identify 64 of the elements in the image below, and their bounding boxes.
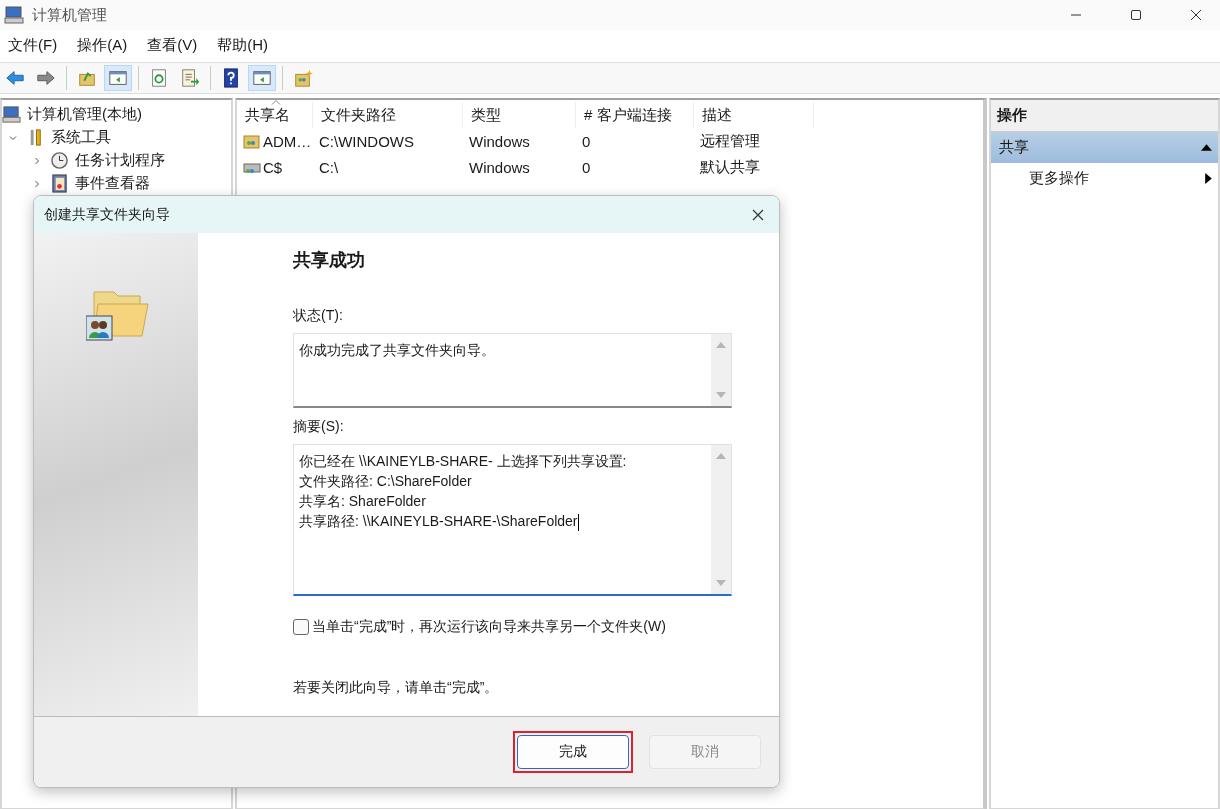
column-header[interactable]: 描述 (694, 102, 814, 128)
summary-field[interactable]: 你已经在 \\KAINEYLB-SHARE- 上选择下列共享设置: 文件夹路径: C:\ShareFolder 共享名: ShareFolder 共享路径: \\KAINEYLB-SHARE-\ShareFolder (293, 444, 732, 596)
menu-item[interactable]: 查看(V) (147, 36, 198, 58)
table-cell: C:\WINDOWS (319, 132, 414, 150)
pane-toggle-icon (252, 68, 272, 88)
dialog-title: 创建共享文件夹向导 (44, 205, 170, 224)
submenu-arrow-icon (1205, 173, 1212, 184)
tree-pane-button[interactable] (104, 65, 132, 91)
column-header[interactable]: 文件夹路径 (313, 102, 463, 128)
back-arrow-icon (5, 68, 25, 88)
actions-header: 操作 (991, 100, 1218, 132)
wizard-heading: 共享成功 (293, 249, 366, 272)
tree-item[interactable]: 事件查看器 (75, 174, 150, 193)
status-field[interactable]: 你成功完成了共享文件夹向导。 (293, 333, 732, 408)
forward-arrow-icon (36, 68, 56, 88)
table-cell: 0 (582, 132, 591, 150)
menu-item[interactable]: 文件(F) (8, 36, 58, 58)
table-cell: ADM… (263, 132, 312, 150)
shared-folder-icon (243, 132, 261, 150)
scrollbar[interactable] (711, 445, 731, 594)
action-item[interactable]: 更多操作 (991, 163, 1218, 194)
instruction-text: 若要关闭此向导，请单击“完成”。 (293, 679, 500, 697)
table-cell: Windows (469, 158, 530, 176)
table-cell: C:\ (319, 158, 339, 176)
event-log-icon (50, 174, 69, 193)
close-icon[interactable] (1190, 9, 1202, 21)
new-share-icon (293, 68, 313, 88)
maximize-icon[interactable] (1130, 9, 1142, 21)
actions-section[interactable]: 共享 (991, 132, 1218, 163)
column-header[interactable]: 共享名 (237, 102, 313, 128)
export-list-icon (180, 68, 200, 88)
scroll-up-icon[interactable] (716, 342, 726, 348)
summary-label: 摘要(S): (293, 418, 345, 436)
column-header[interactable]: 类型 (463, 102, 576, 128)
finish-button[interactable]: 完成 (517, 735, 629, 769)
expand-chevron-icon[interactable] (32, 178, 42, 189)
expand-chevron-icon[interactable] (32, 155, 42, 166)
scroll-up-icon[interactable] (716, 453, 726, 459)
table-cell: 远程管理 (700, 131, 760, 151)
table-cell: 默认共享 (700, 157, 760, 177)
computer-icon (2, 105, 21, 124)
tree-item[interactable]: 计算机管理(本地) (27, 105, 142, 124)
action-pane-button[interactable] (248, 65, 276, 91)
menu-item[interactable]: 操作(A) (77, 36, 128, 58)
pane-toggle-icon (108, 68, 128, 88)
help-icon (221, 68, 241, 88)
column-header[interactable]: # 客户端连接 (576, 102, 694, 128)
computer-icon (4, 5, 24, 25)
scrollbar[interactable] (711, 334, 731, 406)
table-cell: Windows (469, 132, 530, 150)
tree-item[interactable]: 系统工具 (51, 128, 111, 147)
window-title: 计算机管理 (32, 5, 107, 25)
tree-item[interactable]: 任务计划程序 (75, 151, 165, 170)
status-label: 状态(T): (293, 307, 344, 325)
menu-item[interactable]: 帮助(H) (217, 36, 268, 58)
table-cell: C$ (263, 158, 283, 176)
checkbox-label[interactable]: 当单击“完成”时，再次运行该向导来共享另一个文件夹(W) (312, 618, 666, 636)
refresh-icon (149, 68, 169, 88)
checkbox[interactable] (293, 619, 309, 635)
table-cell: 0 (582, 158, 591, 176)
scroll-down-icon[interactable] (716, 580, 726, 586)
close-icon[interactable] (752, 208, 764, 221)
scroll-down-icon[interactable] (716, 392, 726, 398)
clock-icon (50, 151, 69, 170)
